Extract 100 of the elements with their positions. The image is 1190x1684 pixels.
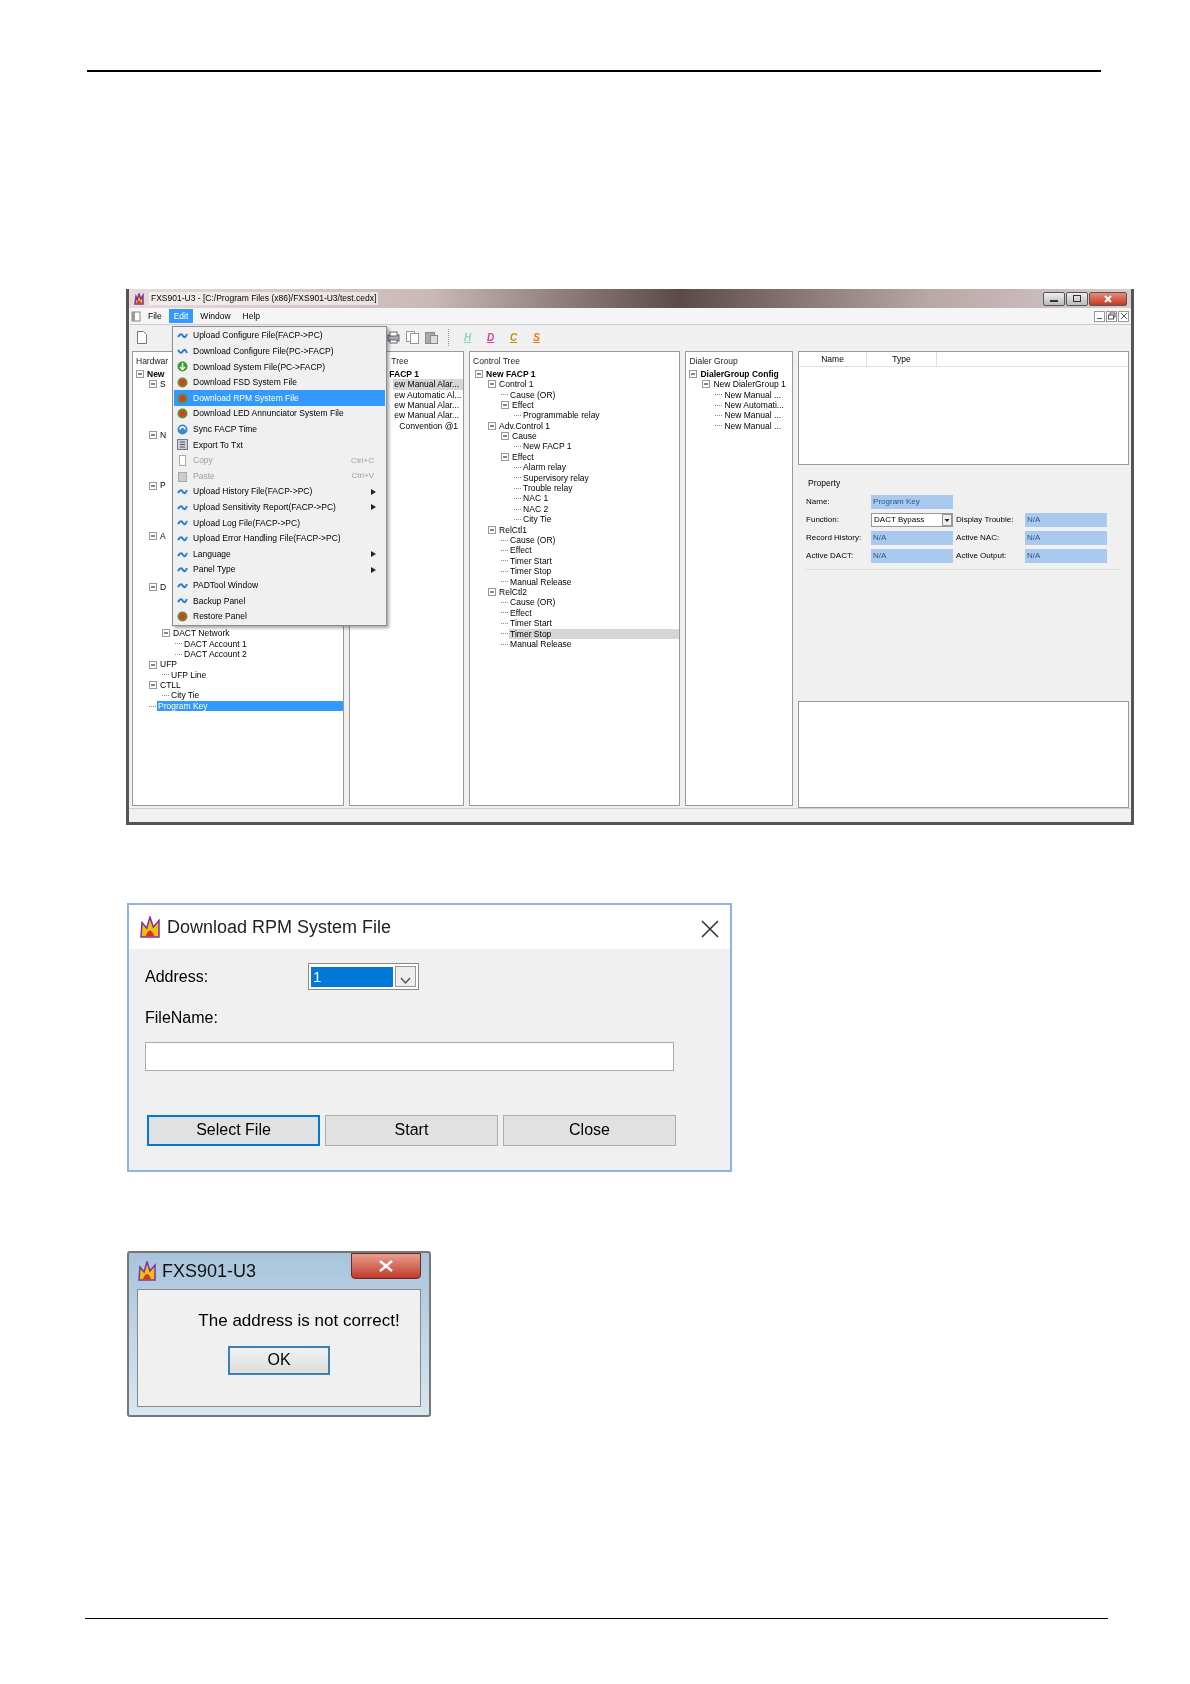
tree-item[interactable]: ew Manual Alar... (393, 410, 464, 421)
input-field[interactable]: N/A (1025, 530, 1108, 545)
input-field[interactable]: Program Key (871, 494, 954, 509)
tree-item[interactable]: Timer Stop (509, 628, 680, 639)
collapse-icon[interactable] (702, 380, 711, 389)
collapse-icon[interactable] (149, 481, 157, 490)
tree-item[interactable]: Cause (511, 431, 680, 442)
tree-item[interactable]: Cause (OR) (509, 389, 680, 400)
ok-button[interactable]: OK (228, 1345, 330, 1375)
menu-item[interactable]: Window (195, 309, 236, 323)
mdi-restore-button[interactable] (1106, 310, 1117, 322)
tree-item[interactable]: Adv.Control 1 (498, 420, 680, 432)
collapse-icon[interactable] (488, 380, 497, 389)
dialog-button[interactable]: Select File (147, 1114, 320, 1146)
input-field[interactable] (145, 1041, 674, 1071)
tree-item[interactable]: Timer Stop (509, 566, 680, 577)
column-header[interactable]: Name (799, 352, 868, 366)
collapse-icon[interactable] (501, 401, 510, 410)
collapse-icon[interactable] (162, 629, 170, 638)
tree-item[interactable]: New Manual ... (723, 389, 793, 400)
paste-icon[interactable] (425, 331, 438, 344)
tree-item[interactable]: Timer Start (509, 618, 680, 629)
menu-item[interactable]: File (143, 309, 167, 323)
input-field[interactable]: N/A (871, 530, 954, 545)
tree-item[interactable]: New Manual ... (723, 420, 793, 432)
menu-item[interactable]: Backup Panel (174, 593, 385, 609)
menu-item[interactable]: Help (237, 309, 266, 323)
mdi-minimize-button[interactable] (1094, 310, 1105, 322)
tree-item[interactable]: Cause (OR) (509, 535, 680, 546)
collapse-icon[interactable] (475, 369, 484, 378)
tree-item[interactable]: New FACP 1 (522, 441, 680, 452)
tree-item[interactable]: City Tie (170, 690, 344, 701)
tree-item[interactable]: Convention @1 (398, 420, 464, 432)
maximize-button[interactable] (1066, 291, 1088, 306)
collapse-icon[interactable] (149, 430, 157, 439)
collapse-icon[interactable] (149, 380, 157, 389)
menu-item[interactable]: PADTool Window (174, 577, 385, 594)
menu-item[interactable]: Upload Error Handling File(FACP->PC) (174, 530, 385, 547)
input-field[interactable]: N/A (1025, 512, 1108, 527)
tree-item[interactable]: Effect (511, 399, 680, 411)
tree-item[interactable]: Supervisory relay (522, 472, 680, 484)
collapse-icon[interactable] (488, 525, 497, 534)
tree-item[interactable]: Manual Release (509, 638, 680, 650)
tree-item[interactable]: New FACP 1 (485, 368, 680, 380)
tree-item[interactable]: UFP Line (170, 669, 344, 681)
input-field[interactable]: N/A (1025, 548, 1108, 563)
collapse-icon[interactable] (501, 453, 510, 462)
menu-item[interactable]: Upload Configure File(FACP->PC) (174, 328, 385, 344)
collapse-icon[interactable] (488, 421, 497, 430)
tree-item[interactable]: New DialerGroup 1 (712, 379, 793, 390)
tree-item[interactable]: CTLL (159, 680, 344, 691)
column-header[interactable]: Type (867, 352, 938, 366)
tree-item[interactable]: Programmable relay (522, 410, 680, 421)
tree-item[interactable]: New Automati... (723, 399, 793, 411)
tree-item[interactable]: NAC 2 (522, 503, 680, 515)
tree-item[interactable]: New Manual ... (723, 410, 793, 421)
printer-icon[interactable] (387, 331, 400, 344)
tree-item[interactable]: RelCtl2 (498, 586, 680, 598)
address-dropdown[interactable]: 1 (308, 963, 419, 990)
tree-item[interactable]: DACT Account 1 (183, 638, 344, 649)
copy-icon[interactable] (406, 331, 419, 344)
collapse-icon[interactable] (149, 582, 157, 591)
tree-item[interactable]: Alarm relay (522, 462, 680, 473)
tree-item[interactable]: NAC 1 (522, 493, 680, 504)
dialog-button[interactable]: Close (503, 1114, 676, 1146)
tree-item[interactable]: ew Automatic Al... (393, 389, 464, 400)
tree-item[interactable]: Cause (OR) (509, 597, 680, 608)
menu-item[interactable]: Download FSD System File (174, 374, 385, 391)
tree-item[interactable]: City Tie (522, 514, 680, 525)
tree-item[interactable]: Timer Start (509, 555, 680, 567)
tree-item[interactable]: Manual Release (509, 576, 680, 587)
menu-item[interactable]: Language (174, 546, 385, 562)
tree-item[interactable]: FACP 1 (388, 368, 464, 380)
collapse-icon[interactable] (488, 588, 497, 597)
collapse-icon[interactable] (149, 660, 157, 669)
menu-item[interactable]: Sync FACP Time (174, 421, 385, 438)
collapse-icon[interactable] (501, 432, 510, 441)
tree-item[interactable]: ew Manual Alar... (393, 379, 464, 390)
dialog-button[interactable]: Start (325, 1114, 498, 1146)
tree-item[interactable]: ew Manual Alar... (393, 399, 464, 411)
collapse-icon[interactable] (689, 369, 698, 378)
menu-item[interactable]: Download LED Annunciator System File (174, 405, 385, 422)
collapse-icon[interactable] (149, 681, 157, 690)
menu-item[interactable]: Export To Txt (174, 437, 385, 453)
tree-item[interactable]: DialerGroup Config (699, 368, 793, 380)
close-button[interactable] (351, 1253, 421, 1279)
tree-item[interactable]: UFP (159, 659, 344, 670)
close-button[interactable] (1089, 291, 1127, 306)
collapse-icon[interactable] (136, 369, 144, 378)
tree-item[interactable]: DACT Account 2 (183, 648, 344, 660)
minimize-button[interactable] (1043, 291, 1065, 306)
menu-item[interactable]: Upload History File(FACP->PC) (174, 483, 385, 500)
menu-item[interactable]: Download System File(PC->FACP) (174, 359, 385, 375)
tree-item[interactable]: Control 1 (498, 379, 680, 390)
menu-item[interactable]: Upload Log File(FACP->PC) (174, 515, 385, 531)
tree-item[interactable]: Effect (511, 451, 680, 463)
tree-item[interactable]: Effect (509, 545, 680, 556)
menu-item[interactable]: Panel Type (174, 561, 385, 578)
tree-item[interactable]: RelCtl1 (498, 524, 680, 535)
tree-item[interactable]: Trouble relay (522, 483, 680, 494)
